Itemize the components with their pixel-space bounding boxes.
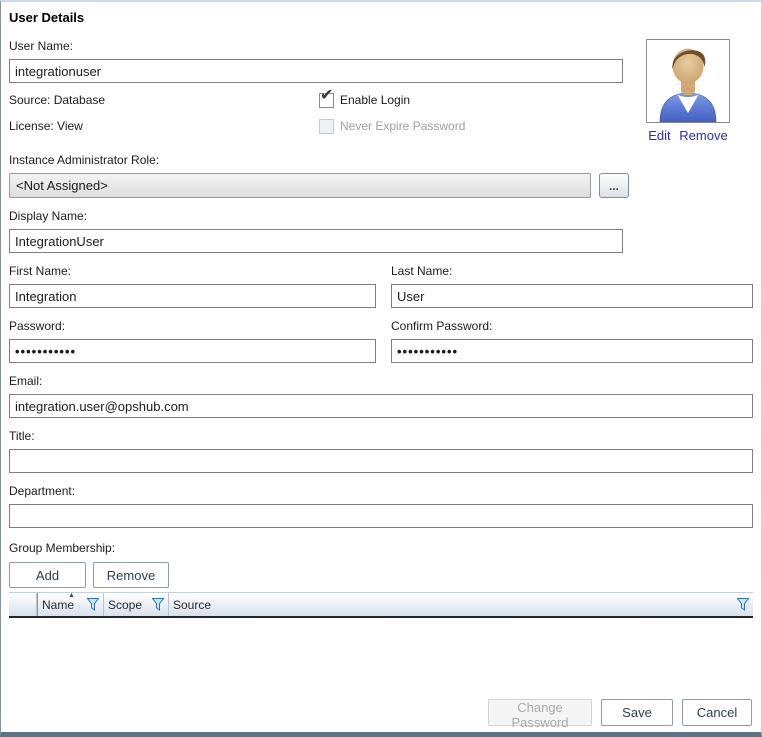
avatar-links: Edit Remove [646, 128, 730, 143]
display-name-input[interactable] [9, 229, 623, 253]
avatar [646, 39, 730, 123]
never-expire-password-checkbox [319, 119, 334, 134]
never-expire-password-label: Never Expire Password [340, 118, 465, 135]
title-label: Title: [9, 429, 753, 444]
password-input[interactable] [9, 339, 376, 363]
user-avatar-icon [647, 40, 729, 122]
department-label: Department: [9, 484, 753, 499]
column-header-scope[interactable]: Scope [104, 593, 169, 616]
filter-icon[interactable] [152, 598, 164, 611]
group-membership-label: Group Membership: [9, 541, 753, 556]
department-input[interactable] [9, 504, 753, 528]
save-button[interactable]: Save [601, 699, 673, 726]
last-name-label: Last Name: [391, 264, 753, 279]
add-group-button[interactable]: Add [9, 562, 86, 588]
first-name-field: First Name: [9, 253, 376, 308]
column-header-source[interactable]: Source [169, 593, 753, 616]
sort-asc-icon: ▲ [68, 592, 75, 600]
instance-admin-role-input [9, 173, 591, 198]
page-title: User Details [9, 10, 753, 25]
avatar-area: Edit Remove [646, 39, 730, 143]
enable-login-checkbox[interactable]: ✔ [319, 93, 334, 108]
title-input[interactable] [9, 449, 753, 473]
avatar-remove-link[interactable]: Remove [679, 128, 727, 143]
enable-login-row: ✔ Enable Login [319, 92, 410, 109]
confirm-password-input[interactable] [391, 339, 753, 363]
license-text: License: View [9, 118, 319, 135]
display-name-label: Display Name: [9, 209, 753, 224]
enable-login-label: Enable Login [340, 92, 410, 109]
user-name-label: User Name: [9, 39, 753, 54]
email-input[interactable] [9, 394, 753, 418]
confirm-password-label: Confirm Password: [391, 319, 753, 334]
first-name-label: First Name: [9, 264, 376, 279]
confirm-password-field: Confirm Password: [391, 308, 753, 363]
cancel-button[interactable]: Cancel [682, 699, 752, 726]
footer-actions: Change Password Save Cancel [488, 699, 752, 726]
filter-icon[interactable] [737, 598, 749, 611]
group-table-body [9, 618, 753, 696]
column-header-name[interactable]: ▲ Name [37, 593, 104, 616]
column-header-select [9, 593, 37, 616]
filter-icon[interactable] [87, 598, 99, 611]
column-scope-label: Scope [108, 598, 142, 612]
source-text: Source: Database [9, 92, 319, 109]
avatar-edit-link[interactable]: Edit [648, 128, 670, 143]
user-name-input[interactable] [9, 59, 623, 83]
first-name-input[interactable] [9, 284, 376, 308]
last-name-input[interactable] [391, 284, 753, 308]
email-label: Email: [9, 374, 753, 389]
password-field: Password: [9, 308, 376, 363]
change-password-button: Change Password [488, 699, 592, 726]
checkmark-icon: ✔ [320, 88, 333, 104]
last-name-field: Last Name: [391, 253, 753, 308]
browse-role-button[interactable]: ... [599, 173, 629, 198]
group-table-header: ▲ Name Scope Source [9, 592, 753, 618]
instance-admin-role-label: Instance Administrator Role: [9, 153, 753, 168]
never-expire-password-row: Never Expire Password [319, 118, 465, 135]
remove-group-button[interactable]: Remove [93, 562, 169, 588]
user-details-panel: User Details Edi [0, 0, 762, 737]
column-source-label: Source [173, 598, 211, 612]
password-label: Password: [9, 319, 376, 334]
